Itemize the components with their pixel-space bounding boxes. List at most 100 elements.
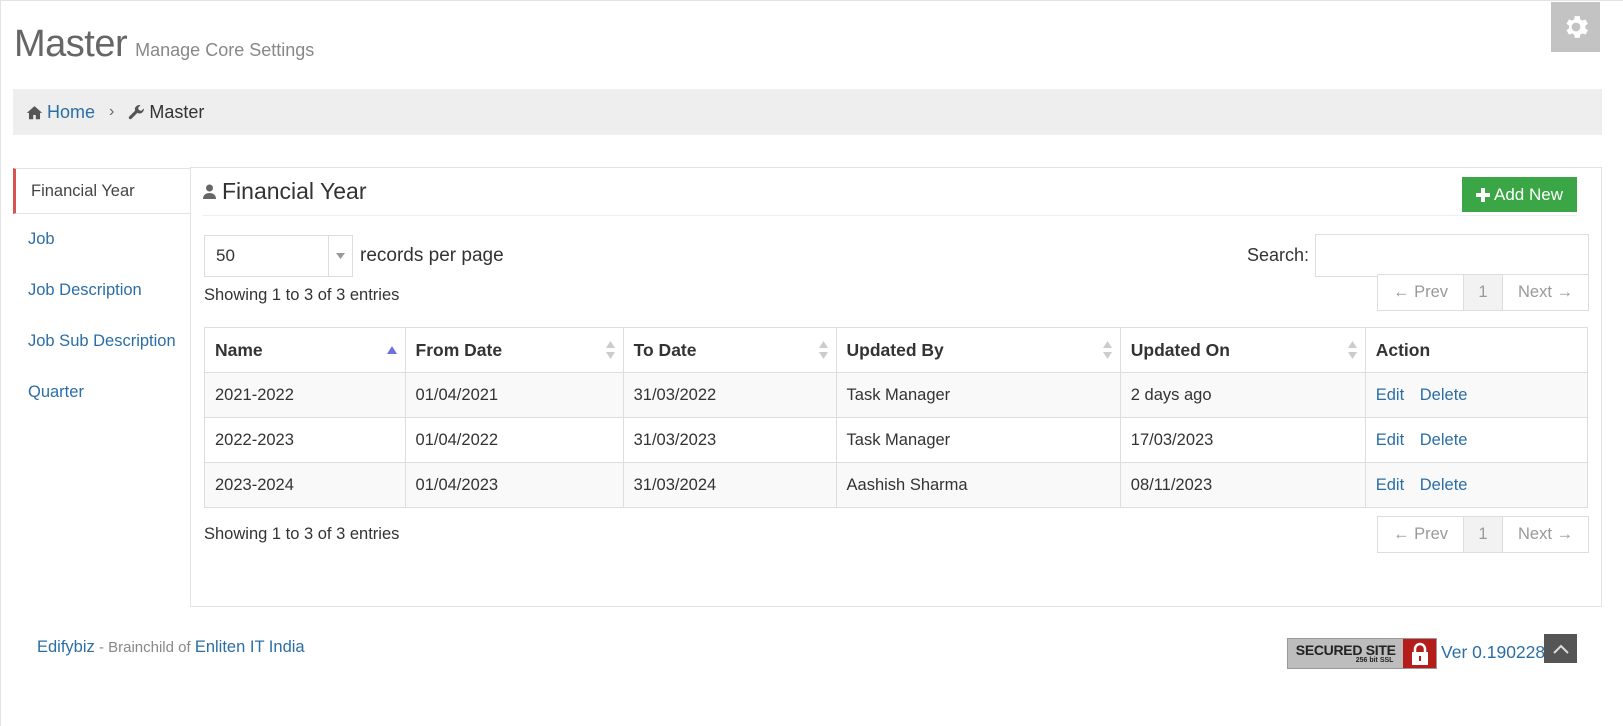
cell-to-date: 31/03/2023 — [622, 417, 837, 463]
sort-both-icon — [1347, 341, 1357, 359]
page-title: Master — [14, 23, 128, 65]
cell-name: 2021-2022 — [204, 372, 406, 418]
page-length-select[interactable]: 50 — [204, 235, 353, 277]
content-panel: Financial Year Add New 50 records per pa… — [190, 167, 1602, 607]
panel-title: Financial Year — [222, 178, 367, 204]
edit-link[interactable]: Edit — [1376, 476, 1404, 494]
ssl-badge-subtitle: 256 bit SSL — [1355, 657, 1394, 664]
table-info-top: Showing 1 to 3 of 3 entries — [204, 286, 400, 304]
prev-page-button[interactable]: ← Prev — [1378, 275, 1464, 310]
wrench-icon — [129, 104, 145, 119]
page-number-button[interactable]: 1 — [1464, 517, 1503, 552]
cell-actions: Edit Delete — [1364, 417, 1589, 463]
sidebar-item-job-sub-description[interactable]: Job Sub Description — [13, 316, 191, 367]
search-input[interactable] — [1315, 234, 1589, 277]
sort-asc-icon — [386, 346, 397, 354]
page-length-label: records per page — [360, 245, 504, 266]
chevron-down-icon — [328, 236, 352, 276]
cell-actions: Edit Delete — [1364, 372, 1589, 418]
sort-both-icon — [605, 341, 615, 359]
sidebar-item-label: Job Sub Description — [28, 332, 176, 350]
delete-link[interactable]: Delete — [1420, 476, 1468, 494]
breadcrumb-home-label: Home — [47, 101, 96, 122]
sort-both-icon — [1102, 341, 1112, 359]
table-row: 2023-2024 01/04/2023 31/03/2024 Aashish … — [204, 462, 1589, 508]
sort-both-icon — [818, 341, 828, 359]
sidebar-item-label: Job — [28, 230, 55, 248]
sidebar-item-quarter[interactable]: Quarter — [13, 367, 191, 418]
cell-from-date: 01/04/2022 — [404, 417, 624, 463]
cell-actions: Edit Delete — [1364, 462, 1589, 508]
footer-separator: - Brainchild of — [94, 639, 195, 656]
sidebar-item-job-description[interactable]: Job Description — [13, 265, 191, 316]
settings-button[interactable] — [1551, 2, 1600, 52]
chevron-up-icon — [1552, 644, 1569, 654]
page-header: Master Manage Core Settings — [14, 23, 314, 66]
cell-updated-on: 08/11/2023 — [1119, 462, 1366, 508]
breadcrumb-master-label: Master — [149, 101, 205, 122]
breadcrumb: Home › Master — [13, 89, 1602, 135]
sidebar-item-label: Financial Year — [31, 181, 135, 200]
search-control: Search: — [1247, 234, 1589, 277]
scroll-to-top-button[interactable] — [1544, 634, 1577, 663]
footer-credits: Edifybiz - Brainchild of Enliten IT Indi… — [37, 638, 305, 657]
cell-to-date: 31/03/2022 — [622, 372, 837, 418]
footer-brand-link[interactable]: Edifybiz — [37, 638, 95, 656]
cell-updated-by: Task Manager — [835, 372, 1121, 418]
sidebar-item-label: Job Description — [28, 281, 142, 299]
cell-name: 2022-2023 — [204, 417, 406, 463]
table-header-row: Name From Date To Date Updated By Update… — [204, 327, 1589, 373]
sidebar-nav: Financial Year Job Job Description Job S… — [13, 168, 191, 418]
cell-from-date: 01/04/2021 — [404, 372, 624, 418]
cell-name: 2023-2024 — [204, 462, 406, 508]
sidebar-item-job[interactable]: Job — [13, 214, 191, 265]
delete-link[interactable]: Delete — [1420, 431, 1468, 449]
ssl-badge: SECURED SITE 256 bit SSL — [1287, 638, 1437, 669]
home-icon — [26, 105, 43, 119]
cell-updated-on: 2 days ago — [1119, 372, 1366, 418]
page-subtitle: Manage Core Settings — [135, 40, 315, 60]
column-header-updated-on[interactable]: Updated On — [1119, 327, 1366, 373]
pagination-top: ← Prev 1 Next → — [1377, 274, 1589, 311]
table-row: 2021-2022 01/04/2021 31/03/2022 Task Man… — [204, 372, 1589, 418]
breadcrumb-separator-icon: › — [109, 103, 115, 120]
page-number-button[interactable]: 1 — [1464, 275, 1503, 310]
breadcrumb-home[interactable]: Home — [26, 102, 95, 123]
lock-icon — [1403, 639, 1436, 668]
column-header-to-date[interactable]: To Date — [622, 327, 837, 373]
version-link[interactable]: Ver 0.190228 — [1441, 642, 1545, 663]
gear-icon — [1566, 16, 1588, 38]
search-label: Search: — [1246, 245, 1309, 265]
cell-to-date: 31/03/2024 — [622, 462, 837, 508]
next-page-button[interactable]: Next → — [1503, 275, 1588, 310]
sidebar-item-label: Quarter — [28, 383, 84, 401]
sidebar-item-financial-year[interactable]: Financial Year — [13, 168, 191, 214]
column-header-action: Action — [1364, 327, 1589, 373]
page-length-value: 50 — [216, 246, 235, 265]
breadcrumb-master: Master — [128, 102, 204, 123]
cell-from-date: 01/04/2023 — [404, 462, 624, 508]
user-icon — [203, 184, 216, 199]
column-header-name[interactable]: Name — [204, 327, 406, 373]
next-page-button[interactable]: Next → — [1503, 517, 1588, 552]
financial-year-table: Name From Date To Date Updated By Update… — [204, 327, 1589, 508]
cell-updated-by: Aashish Sharma — [835, 462, 1121, 508]
pagination-bottom: ← Prev 1 Next → — [1377, 516, 1589, 553]
add-new-button[interactable]: Add New — [1462, 177, 1577, 212]
table-info-bottom: Showing 1 to 3 of 3 entries — [204, 525, 400, 543]
table-row: 2022-2023 01/04/2022 31/03/2023 Task Man… — [204, 417, 1589, 463]
add-new-label: Add New — [1494, 184, 1563, 204]
ssl-badge-title: SECURED SITE — [1295, 642, 1396, 658]
panel-header: Financial Year Add New — [203, 168, 1577, 216]
page-length-control: 50 records per page — [204, 235, 504, 277]
plus-icon — [1476, 187, 1490, 202]
delete-link[interactable]: Delete — [1420, 386, 1468, 404]
prev-page-button[interactable]: ← Prev — [1378, 517, 1464, 552]
edit-link[interactable]: Edit — [1376, 386, 1404, 404]
cell-updated-on: 17/03/2023 — [1119, 417, 1366, 463]
column-header-from-date[interactable]: From Date — [404, 327, 624, 373]
edit-link[interactable]: Edit — [1376, 431, 1404, 449]
column-header-updated-by[interactable]: Updated By — [835, 327, 1121, 373]
cell-updated-by: Task Manager — [835, 417, 1121, 463]
footer-company-link[interactable]: Enliten IT India — [195, 638, 305, 656]
